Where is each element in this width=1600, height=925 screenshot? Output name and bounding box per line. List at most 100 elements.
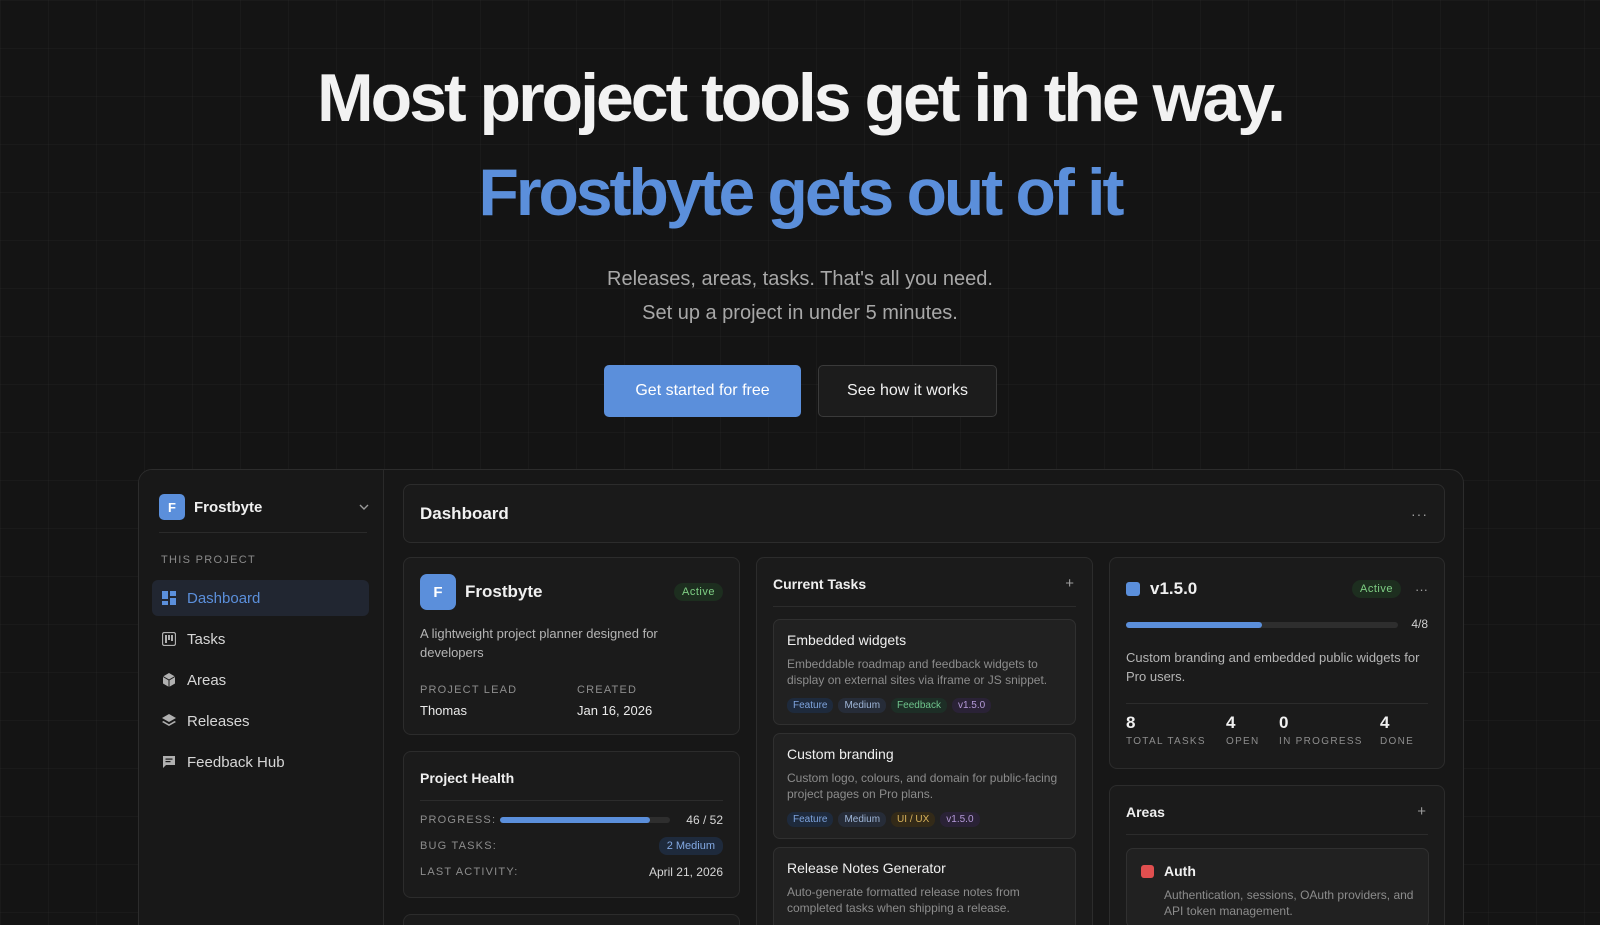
plus-icon[interactable]: + [1417,803,1426,820]
release-progress-count: 4/8 [1411,617,1428,631]
bug-tasks-row: BUG TASKS: 2 Medium [420,836,723,856]
task-description: Embeddable roadmap and feedback widgets … [787,657,1048,687]
created-label: CREATED [577,684,638,696]
sidebar-item-tasks[interactable]: Tasks [152,621,369,657]
release-description: Custom branding and embedded public widg… [1126,650,1420,684]
sidebar-item-label: Areas [187,671,227,689]
sidebar-item-label: Tasks [187,630,226,648]
release-progress-bar [1126,622,1398,628]
sidebar-item-areas[interactable]: Areas [152,662,369,698]
status-badge: Active [674,583,723,601]
bug-tasks-label: BUG TASKS: [420,840,498,852]
dashboard-icon [162,591,176,605]
more-icon[interactable]: ··· [1415,582,1428,597]
stat-label: TOTAL TASKS [1126,736,1206,747]
tag-priority: Medium [838,812,887,827]
stat-value: 0 [1279,713,1289,732]
last-activity-row: LAST ACTIVITY: April 21, 2026 [420,862,723,882]
chevron-down-icon[interactable] [359,501,369,513]
tag-priority: Medium [838,698,887,713]
stat-done: 4 DONE [1380,713,1414,747]
project-logo: F [159,494,185,520]
project-description: A lightweight project planner designed f… [420,626,658,660]
task-title: Embedded widgets [787,632,907,648]
more-icon[interactable]: ··· [1411,506,1428,522]
task-card[interactable]: Embedded widgets Embeddable roadmap and … [773,619,1076,725]
project-health-card: Project Health PROGRESS: 46 / 52 BUG TAS… [403,751,740,898]
stat-total-tasks: 8 TOTAL TASKS [1126,713,1206,747]
project-switcher[interactable]: F Frostbyte [159,490,369,524]
tag-feature: Feature [787,698,834,713]
sidebar: F Frostbyte THIS PROJECT Dashboard Tasks [139,470,384,925]
progress-value: 46 / 52 [686,813,723,827]
project-health-title: Project Health [420,770,515,786]
created-value: Jan 16, 2026 [577,703,653,718]
task-tags: Feature Medium Feedback v1.5.0 [787,698,992,713]
cube-icon [162,673,176,687]
stat-in-progress: 0 IN PROGRESS [1279,713,1363,747]
hero-headline: Most project tools get in the way. [317,60,1286,136]
area-name: Auth [1164,863,1196,879]
tag-release: v1.5.0 [940,812,980,827]
sidebar-item-dashboard[interactable]: Dashboard [152,580,369,616]
project-name: Frostbyte [465,582,543,601]
task-description: Custom logo, colours, and domain for pub… [787,771,1058,801]
stat-label: IN PROGRESS [1279,736,1363,747]
divider [1126,834,1428,835]
sidebar-item-feedback-hub[interactable]: Feedback Hub [152,744,369,780]
task-title: Release Notes Generator [787,860,946,876]
main-content: Dashboard ··· F Frostbyte Active A light… [403,484,1445,925]
release-name: v1.5.0 [1150,579,1198,598]
sidebar-item-label: Feedback Hub [187,753,285,771]
bug-tasks-badge: 2 Medium [658,837,723,855]
stat-value: 4 [1226,713,1236,732]
release-progress-fill [1126,622,1262,628]
divider [420,800,723,801]
tasks-icon [162,632,176,646]
project-lead-value: Thomas [420,703,467,718]
project-lead-label: PROJECT LEAD [420,684,518,696]
current-tasks-title: Current Tasks [773,576,867,592]
current-tasks-card: Current Tasks + Embedded widgets Embedda… [756,557,1093,925]
project-logo: F [420,574,456,610]
chat-icon [162,755,176,769]
divider [773,606,1076,607]
divider [1126,703,1428,704]
project-card: F Frostbyte Active A lightweight project… [403,557,740,735]
area-item-auth[interactable]: Auth Authentication, sessions, OAuth pro… [1126,848,1429,925]
tag-feature: Feature [787,812,834,827]
sidebar-item-releases[interactable]: Releases [152,703,369,739]
page-title: Dashboard [420,503,509,523]
progress-bar [500,817,670,823]
areas-title: Areas [1126,804,1165,820]
task-card[interactable]: Custom branding Custom logo, colours, an… [773,733,1076,839]
project-switcher-name: Frostbyte [194,498,263,516]
progress-label: PROGRESS: [420,814,497,826]
app-preview: F Frostbyte THIS PROJECT Dashboard Tasks [138,469,1464,925]
get-started-button[interactable]: Get started for free [604,365,801,417]
see-how-it-works-button[interactable]: See how it works [818,365,997,417]
progress-bar-fill [500,817,651,823]
card-placeholder [403,914,740,925]
task-card[interactable]: Release Notes Generator Auto-generate fo… [773,847,1076,925]
release-card: v1.5.0 Active ··· 4/8 Custom branding an… [1109,557,1445,769]
dashboard-header: Dashboard ··· [403,484,1445,543]
sidebar-divider [159,532,367,533]
release-color-swatch [1126,582,1140,596]
hero-headline-accent: Frostbyte gets out of it [478,155,1125,229]
tag-release: v1.5.0 [951,698,992,713]
sidebar-section-label: THIS PROJECT [161,554,257,566]
area-description: Authentication, sessions, OAuth provider… [1164,888,1414,918]
hero-subtitle-line2: Set up a project in under 5 minutes. [642,302,958,324]
plus-icon[interactable]: + [1065,575,1074,592]
stat-label: OPEN [1226,736,1260,747]
tag-area: Feedback [891,698,947,713]
stat-value: 8 [1126,713,1136,732]
status-badge: Active [1352,580,1401,598]
last-activity-value: April 21, 2026 [648,865,723,879]
sidebar-item-label: Dashboard [187,589,261,607]
layers-icon [162,714,176,728]
tag-area: UI / UX [891,812,936,827]
areas-card: Areas + Auth Authentication, sessions, O… [1109,785,1445,925]
sidebar-item-label: Releases [187,712,250,730]
